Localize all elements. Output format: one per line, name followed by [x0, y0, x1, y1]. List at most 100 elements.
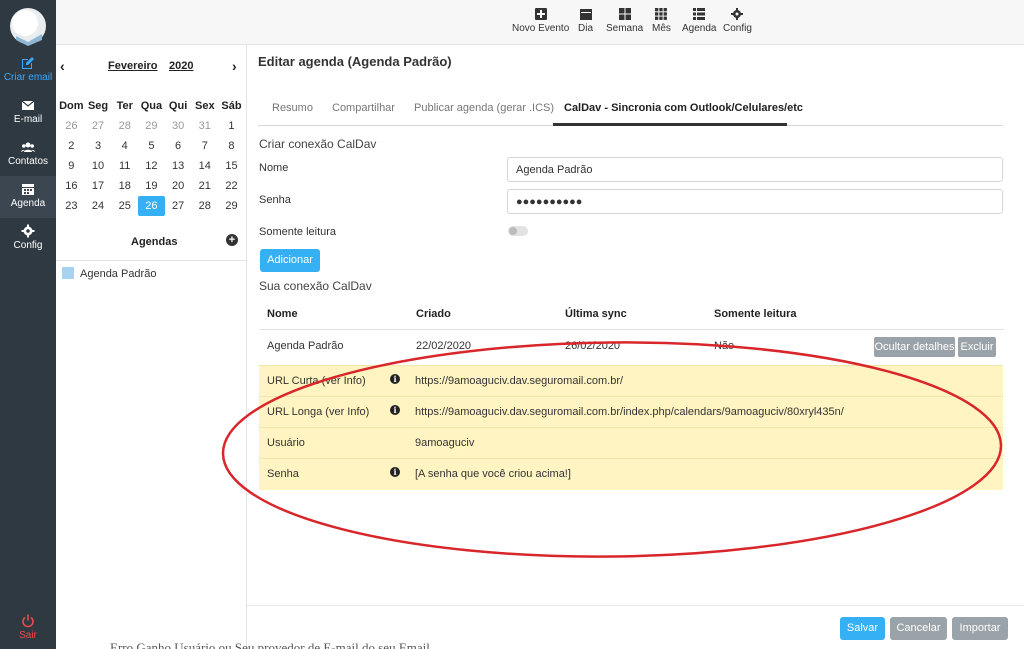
calendar-day[interactable]: 2: [58, 136, 85, 156]
create-connection-title: Criar conexão CalDav: [259, 137, 377, 151]
row-readonly: Não: [714, 340, 735, 352]
calendar-week: 2 3 4 5 6 7 8: [58, 136, 245, 156]
add-agenda-icon[interactable]: +: [226, 234, 238, 246]
row-name: Agenda Padrão: [267, 340, 344, 352]
toolbar-label: Config: [723, 23, 752, 34]
calendar-day[interactable]: 10: [85, 156, 112, 176]
col-header-ultima-sync: Última sync: [565, 308, 627, 320]
calendar-day[interactable]: 1: [218, 116, 245, 136]
year-name[interactable]: 2020: [169, 60, 193, 72]
detail-value: https://9amoaguciv.dav.seguromail.com.br…: [415, 375, 624, 387]
day-view-button[interactable]: Dia: [578, 8, 593, 34]
grid-week-icon: [618, 8, 631, 20]
readonly-toggle[interactable]: [508, 226, 528, 236]
weekday-label: Sáb: [221, 100, 242, 112]
gear-icon: [21, 224, 35, 238]
agenda-view-button[interactable]: Agenda: [682, 8, 716, 34]
toggle-knob: [509, 227, 517, 235]
week-view-button[interactable]: Semana: [606, 8, 643, 34]
info-icon[interactable]: i: [390, 467, 400, 477]
calendar-day[interactable]: 28: [191, 196, 218, 216]
nav-label: Contatos: [7, 156, 49, 167]
active-tab-indicator: [553, 123, 787, 126]
calendar-day[interactable]: 15: [218, 156, 245, 176]
calendar-day[interactable]: 6: [165, 136, 192, 156]
calendar-day[interactable]: 19: [138, 176, 165, 196]
calendar-day[interactable]: 11: [111, 156, 138, 176]
power-icon: [22, 614, 34, 628]
weekday-label: Qui: [168, 100, 188, 112]
nav-config[interactable]: Config: [0, 218, 56, 260]
config-toolbar-button[interactable]: Config: [723, 8, 752, 34]
nav-agenda[interactable]: Agenda: [0, 176, 56, 218]
agenda-color-swatch: [62, 267, 74, 279]
save-button[interactable]: Salvar: [840, 617, 885, 640]
calendar-day[interactable]: 4: [111, 136, 138, 156]
calendar-day[interactable]: 7: [191, 136, 218, 156]
calendar-day[interactable]: 3: [85, 136, 112, 156]
calendar-day[interactable]: 20: [165, 176, 192, 196]
envelope-icon: [21, 100, 35, 110]
calendar-day[interactable]: 26: [58, 116, 85, 136]
nav-contatos[interactable]: Contatos: [0, 134, 56, 176]
nav-email[interactable]: E-mail: [0, 92, 56, 134]
calendar-day[interactable]: 31: [191, 116, 218, 136]
toolbar-label: Novo Evento: [512, 23, 570, 34]
calendar-day[interactable]: 29: [218, 196, 245, 216]
calendar-day[interactable]: 8: [218, 136, 245, 156]
calendar-day[interactable]: 18: [111, 176, 138, 196]
tab-resumo[interactable]: Resumo: [272, 102, 313, 114]
calendar-sidebar: ‹ Fevereiro 2020 › Dom Seg Ter Qua Qui S…: [56, 0, 247, 649]
calendar-week: 9 10 11 12 13 14 15: [58, 156, 245, 176]
cancel-button[interactable]: Cancelar: [890, 617, 947, 640]
page-title: Editar agenda (Agenda Padrão): [258, 54, 452, 69]
calendar-day[interactable]: 21: [191, 176, 218, 196]
calendar-day[interactable]: 17: [85, 176, 112, 196]
calendar-day[interactable]: 27: [85, 116, 112, 136]
detail-key: URL Longa (ver Info): [267, 406, 370, 418]
hide-details-button[interactable]: Ocultar detalhes: [874, 337, 955, 357]
calendar-day[interactable]: 30: [165, 116, 192, 136]
name-field[interactable]: Agenda Padrão: [507, 157, 1003, 182]
import-button[interactable]: Importar: [952, 617, 1008, 640]
mini-calendar: Dom Seg Ter Qua Qui Sex Sáb 26 27 28 29 …: [58, 96, 245, 216]
calendar-day[interactable]: 23: [58, 196, 85, 216]
tab-publicar[interactable]: Publicar agenda (gerar .ICS): [414, 102, 554, 114]
month-view-button[interactable]: Mês: [652, 8, 671, 34]
info-icon[interactable]: i: [390, 374, 400, 384]
plus-square-icon: [534, 8, 547, 20]
calendar-day[interactable]: 16: [58, 176, 85, 196]
agenda-list-item[interactable]: Agenda Padrão: [62, 267, 156, 281]
calendar-day[interactable]: 25: [111, 196, 138, 216]
prev-month-icon[interactable]: ‹: [60, 58, 65, 74]
logout-button[interactable]: Sair: [0, 608, 56, 649]
info-icon[interactable]: i: [390, 405, 400, 415]
tab-caldav[interactable]: CalDav - Sincronia com Outlook/Celulares…: [564, 102, 803, 114]
calendar-day-selected[interactable]: 26: [138, 196, 165, 216]
month-name[interactable]: Fevereiro: [108, 60, 158, 72]
password-field[interactable]: ●●●●●●●●●●: [507, 189, 1003, 214]
calendar-day[interactable]: 24: [85, 196, 112, 216]
calendar-day[interactable]: 5: [138, 136, 165, 156]
calendar-day[interactable]: 22: [218, 176, 245, 196]
readonly-label: Somente leitura: [259, 226, 337, 238]
calendar-day[interactable]: 9: [58, 156, 85, 176]
new-event-button[interactable]: Novo Evento: [512, 8, 569, 34]
weekday-header: Dom Seg Ter Qua Qui Sex Sáb: [58, 96, 245, 116]
main-nav: Criar email E-mail Contatos Agenda Confi…: [0, 0, 56, 649]
add-button[interactable]: Adicionar: [260, 249, 320, 272]
calendar-day[interactable]: 13: [165, 156, 192, 176]
calendar-day[interactable]: 12: [138, 156, 165, 176]
nav-criar-email[interactable]: Criar email: [0, 50, 56, 92]
calendar-day[interactable]: 14: [191, 156, 218, 176]
password-label: Senha: [259, 194, 291, 206]
detail-row-password: Senha i [A senha que você criou acima!]: [259, 458, 1003, 490]
tab-compartilhar[interactable]: Compartilhar: [332, 102, 395, 114]
calendar-day[interactable]: 27: [165, 196, 192, 216]
calendar-day[interactable]: 29: [138, 116, 165, 136]
calendar-day[interactable]: 28: [111, 116, 138, 136]
calendar-week: 26 27 28 29 30 31 1: [58, 116, 245, 136]
delete-button[interactable]: Excluir: [958, 337, 996, 357]
tab-bar: Resumo Compartilhar Publicar agenda (ger…: [258, 98, 1003, 126]
next-month-icon[interactable]: ›: [232, 58, 237, 74]
